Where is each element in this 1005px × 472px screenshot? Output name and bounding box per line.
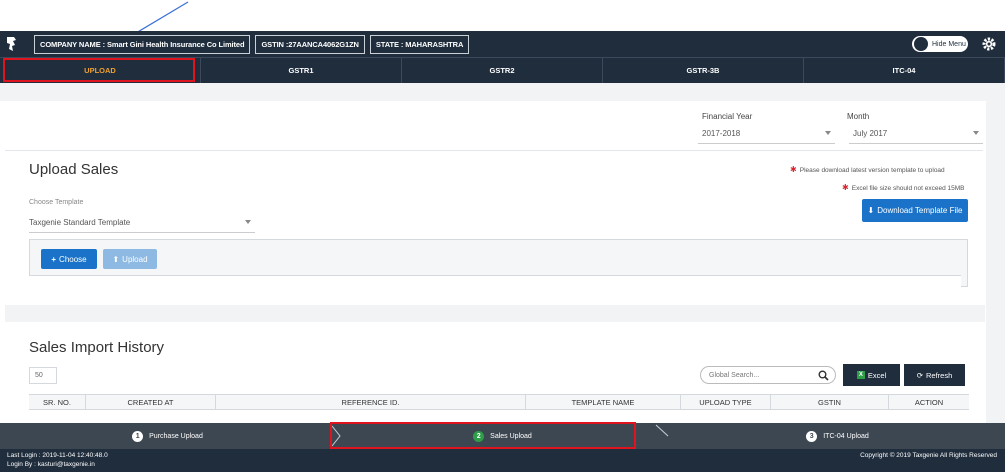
asterisk-icon: ✱ (790, 165, 797, 174)
upload-icon: ⬆ (112, 254, 120, 264)
chevron-down-icon (973, 131, 979, 135)
excel-icon: X (856, 371, 865, 379)
file-list-area (29, 275, 961, 287)
tab-itc04[interactable]: ITC-04 (804, 58, 1005, 83)
sales-upload-highlight (330, 422, 636, 449)
financial-year-value: 2017-2018 (702, 129, 741, 138)
login-by: Login By : kasturi@taxgenie.in (7, 461, 95, 468)
col-upload-type[interactable]: UPLOAD TYPE (681, 395, 771, 409)
file-size-note: ✱ Excel file size should not exceed 15MB (842, 183, 965, 192)
hide-menu-toggle[interactable]: Hide Menu (912, 36, 968, 52)
tab-gstr3b[interactable]: GSTR-3B (603, 58, 804, 83)
chevron-down-icon (825, 131, 831, 135)
plus-icon: + (51, 254, 57, 264)
top-header: COMPANY NAME : Smart Gini Health Insuran… (0, 31, 1005, 57)
hide-menu-label: Hide Menu (932, 40, 966, 48)
search-icon (818, 370, 829, 381)
step-number: 1 (132, 430, 144, 442)
toggle-knob (914, 37, 928, 51)
financial-year-label: Financial Year (702, 112, 753, 121)
col-action[interactable]: ACTION (889, 395, 969, 409)
step-purchase-upload[interactable]: 1 Purchase Upload (0, 423, 335, 449)
section-separator (5, 305, 985, 322)
financial-year-select[interactable]: 2017-2018 (698, 124, 835, 144)
refresh-icon: ⟳ (916, 370, 924, 380)
history-table-header: SR. NO. CREATED AT REFERENCE ID. TEMPLAT… (29, 394, 969, 410)
upload-tab-highlight (3, 58, 195, 82)
template-version-note: ✱ Please download latest version templat… (790, 165, 945, 174)
copyright: Copyright © 2019 Taxgenie All Rights Res… (860, 452, 997, 459)
step-itc04-upload[interactable]: 3 ITC-04 Upload (670, 423, 1005, 449)
chevron-down-icon (245, 220, 251, 224)
excel-export-button[interactable]: X Excel (843, 364, 900, 386)
col-reference-id[interactable]: REFERENCE ID. (216, 395, 526, 409)
page-size-select[interactable]: 50 (29, 367, 57, 384)
download-template-button[interactable]: ⬇ Download Template File (862, 199, 968, 222)
template-value: Taxgenie Standard Template (29, 218, 131, 227)
tab-gstr1[interactable]: GSTR1 (201, 58, 402, 83)
gstin-display: GSTIN :27AANCA4062G1ZN (255, 34, 365, 54)
step-number: 3 (806, 430, 818, 442)
page-right-gutter (986, 83, 1005, 423)
choose-template-label: Choose Template (29, 199, 84, 206)
upload-sales-title: Upload Sales (29, 161, 119, 178)
month-select[interactable]: July 2017 (849, 124, 983, 144)
template-select[interactable]: Taxgenie Standard Template (29, 213, 255, 233)
import-history-title: Sales Import History (29, 339, 165, 356)
page-top-strip (0, 83, 1005, 101)
company-name: COMPANY NAME : Smart Gini Health Insuran… (34, 34, 251, 54)
col-created-at[interactable]: CREATED AT (86, 395, 216, 409)
refresh-button[interactable]: ⟳ Refresh (904, 364, 965, 386)
tab-gstr2[interactable]: GSTR2 (402, 58, 603, 83)
last-login: Last Login : 2019-11-04 12:40:48.0 (7, 452, 108, 459)
col-template-name[interactable]: TEMPLATE NAME (526, 395, 681, 409)
state-display: STATE : MAHARASHTRA (369, 34, 470, 54)
gear-icon[interactable] (981, 36, 997, 52)
footer: Last Login : 2019-11-04 12:40:48.0 Login… (0, 449, 1005, 472)
month-label: Month (847, 112, 870, 121)
global-search-input[interactable]: Global Search... (700, 366, 836, 384)
choose-file-button[interactable]: + Choose (41, 249, 97, 269)
col-gstin[interactable]: GSTIN (771, 395, 889, 409)
download-icon: ⬇ (867, 206, 875, 215)
brand-logo-icon (7, 37, 16, 51)
step-label: Purchase Upload (149, 432, 203, 440)
month-value: July 2017 (853, 129, 888, 138)
step-label: ITC-04 Upload (823, 432, 869, 440)
search-placeholder: Global Search... (709, 371, 760, 379)
upload-button[interactable]: ⬆ Upload (103, 249, 157, 269)
col-sr-no[interactable]: SR. NO. (29, 395, 86, 409)
asterisk-icon: ✱ (842, 183, 849, 192)
